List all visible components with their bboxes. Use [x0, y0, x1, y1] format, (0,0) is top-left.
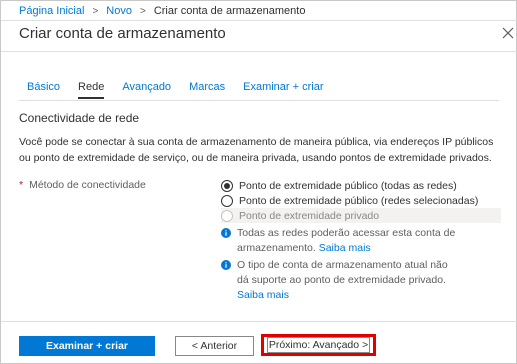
- tab-examinar-criar[interactable]: Examinar + criar: [243, 81, 323, 99]
- info-icon: [221, 228, 231, 238]
- info-message-private-endpoint: O tipo de conta de armazenamento atual n…: [221, 258, 461, 303]
- tab-rede[interactable]: Rede: [78, 81, 105, 99]
- radio-button-checked[interactable]: [221, 179, 233, 192]
- tab-avancado[interactable]: Avançado: [122, 81, 171, 99]
- learn-more-link[interactable]: Saiba mais: [319, 242, 371, 254]
- divider: [1, 321, 517, 322]
- divider: [19, 100, 499, 101]
- radio-button[interactable]: [221, 194, 233, 207]
- breadcrumb-home-link[interactable]: Página Inicial: [19, 5, 84, 17]
- learn-more-link[interactable]: Saiba mais: [237, 289, 289, 301]
- info-icon: [221, 260, 231, 270]
- connectivity-method-label-text: Método de conectividade: [29, 179, 146, 191]
- review-create-button[interactable]: Examinar + criar: [19, 336, 155, 356]
- window-frame: Página Inicial > Novo > Criar conta de a…: [0, 0, 517, 364]
- radio-public-selected-networks[interactable]: Ponto de extremidade público (redes sele…: [221, 193, 478, 208]
- divider: [1, 20, 517, 21]
- breadcrumb-separator: >: [92, 5, 99, 17]
- divider: [1, 51, 517, 52]
- radio-button-disabled: [221, 209, 233, 222]
- connectivity-method-label: * Método de conectividade: [19, 179, 146, 191]
- next-advanced-button[interactable]: Próximo: Avançado >: [261, 334, 376, 356]
- section-description: Você pode se conectar à sua conta de arm…: [19, 136, 494, 164]
- breadcrumb-current: Criar conta de armazenamento: [153, 5, 306, 17]
- radio-label: Ponto de extremidade público (redes sele…: [239, 194, 479, 207]
- breadcrumb: Página Inicial > Novo > Criar conta de a…: [19, 4, 305, 18]
- required-marker: *: [19, 179, 24, 191]
- info-text: O tipo de conta de armazenamento atual n…: [237, 258, 461, 303]
- info-text-body: O tipo de conta de armazenamento atual n…: [237, 259, 448, 286]
- page-title: Criar conta de armazenamento: [19, 25, 226, 42]
- radio-label: Ponto de extremidade privado: [239, 209, 380, 222]
- close-icon[interactable]: [501, 26, 515, 40]
- radio-public-all-networks[interactable]: Ponto de extremidade público (todas as r…: [221, 178, 457, 193]
- breadcrumb-separator: >: [139, 5, 146, 17]
- info-message-all-networks: Todas as redes poderão acessar esta cont…: [221, 226, 461, 256]
- radio-private-endpoint: Ponto de extremidade privado: [221, 208, 501, 223]
- previous-button[interactable]: < Anterior: [175, 336, 254, 356]
- next-advanced-button-label: Próximo: Avançado >: [267, 337, 370, 353]
- section-title: Conectividade de rede: [19, 111, 140, 125]
- radio-label: Ponto de extremidade público (todas as r…: [239, 179, 457, 192]
- tab-basico[interactable]: Básico: [27, 81, 60, 99]
- breadcrumb-new-link[interactable]: Novo: [106, 5, 132, 17]
- tab-marcas[interactable]: Marcas: [189, 81, 225, 99]
- info-text: Todas as redes poderão acessar esta cont…: [237, 226, 461, 256]
- tab-bar: Básico Rede Avançado Marcas Examinar + c…: [27, 81, 342, 99]
